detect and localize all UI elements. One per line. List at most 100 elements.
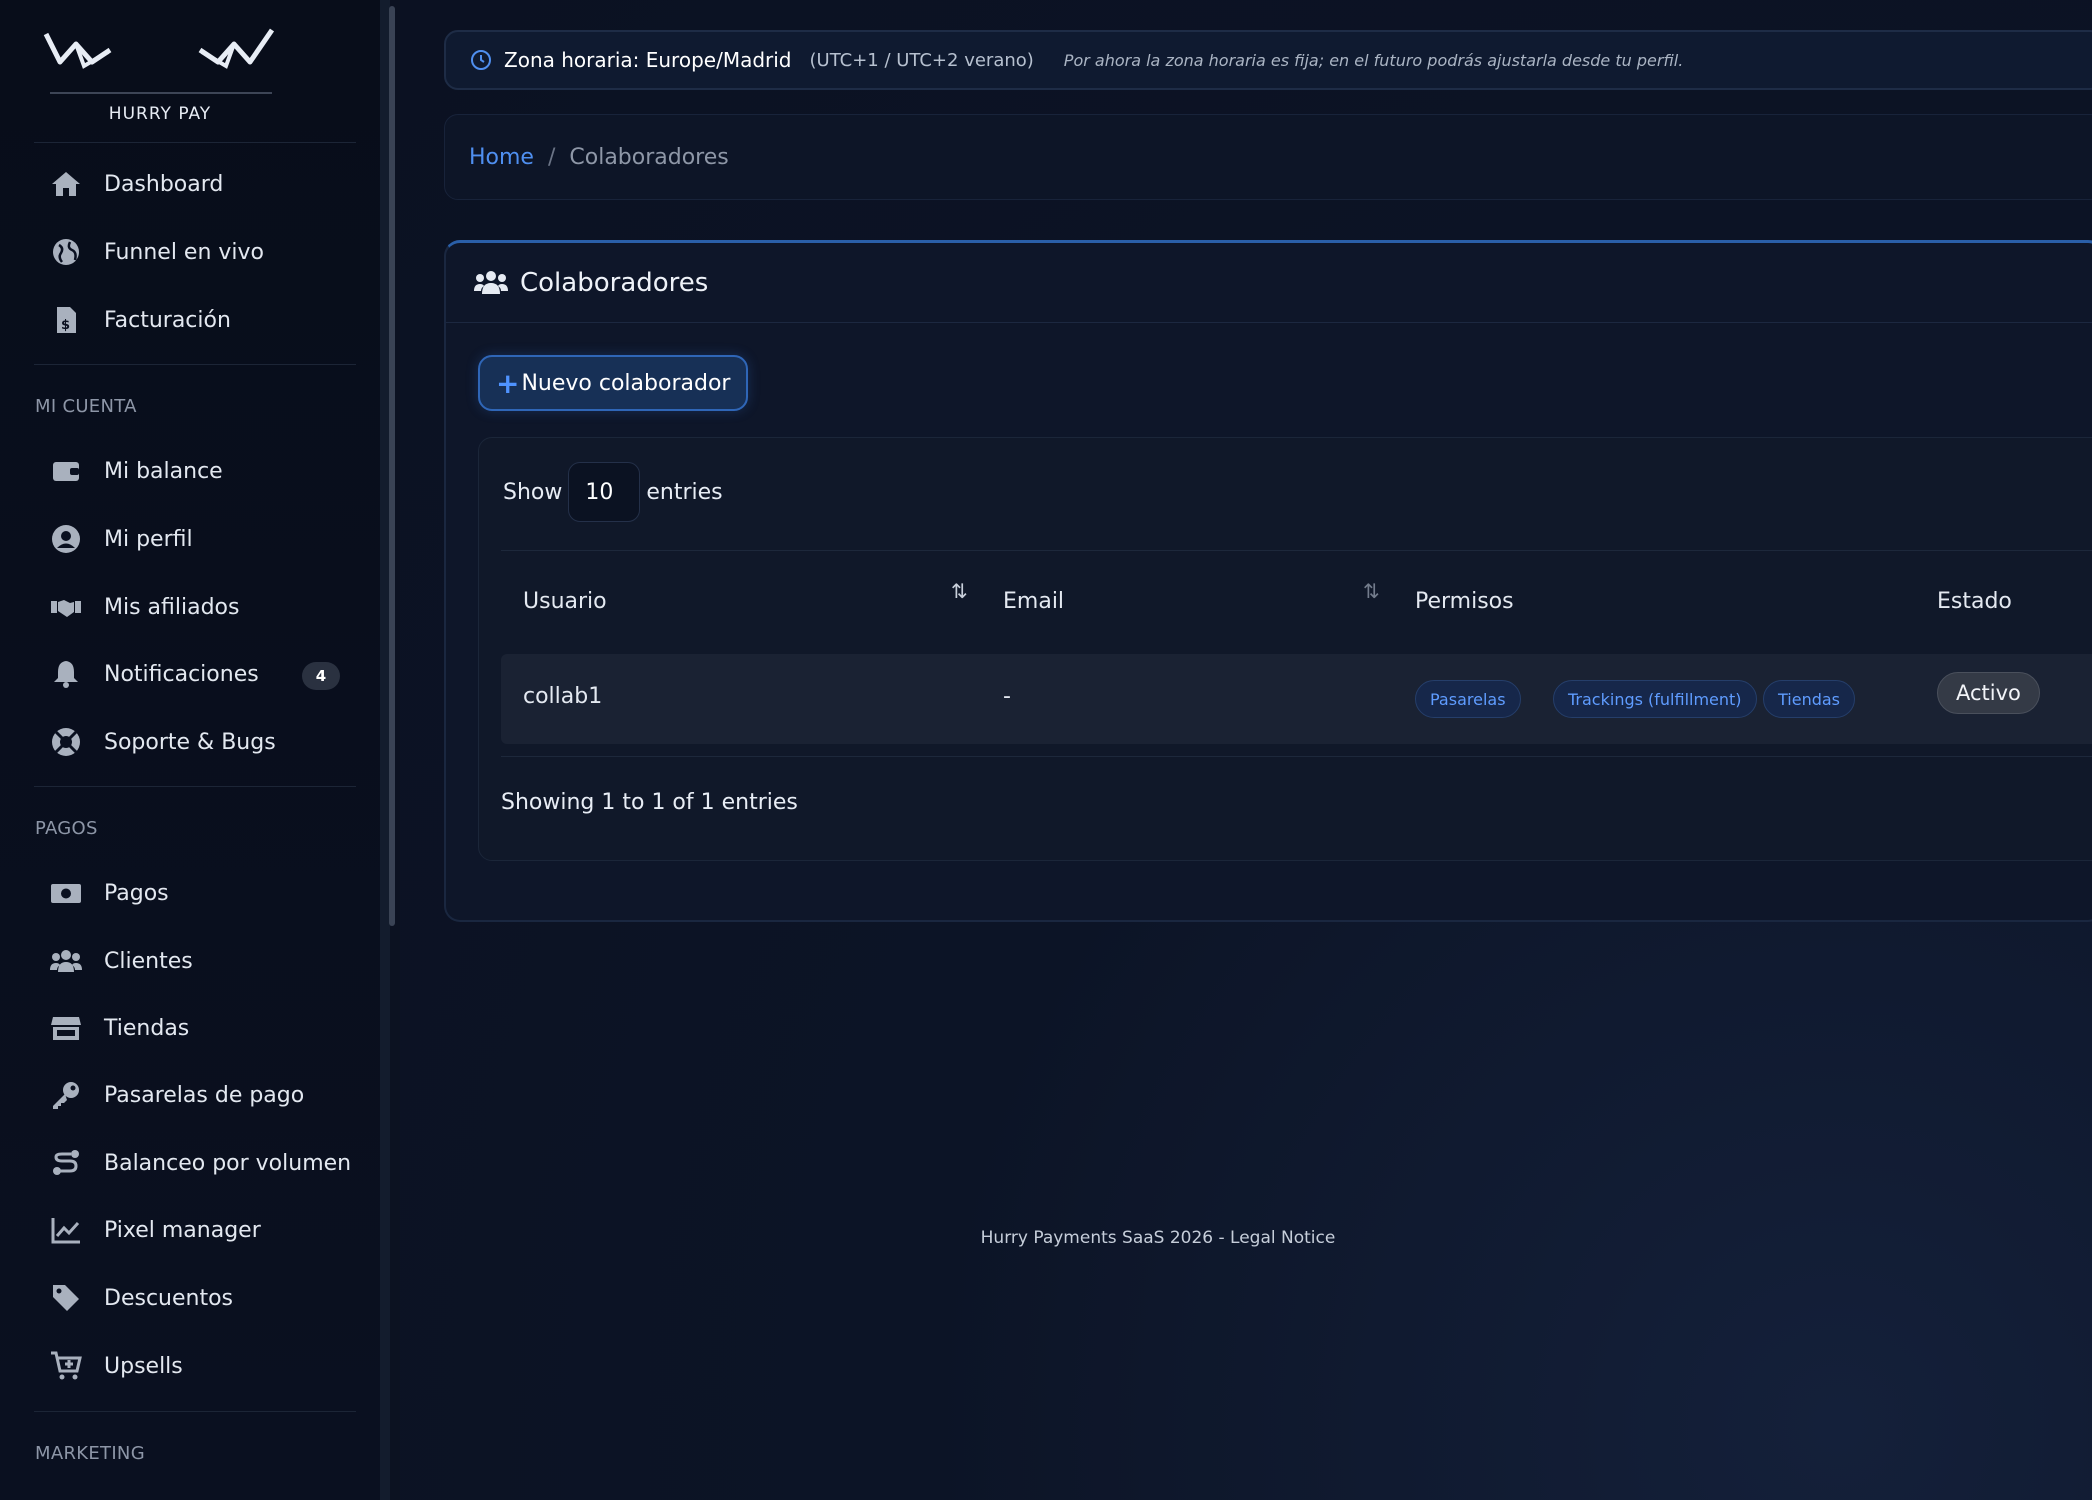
chart-line-icon <box>48 1212 84 1248</box>
main-content: Zona horaria: Europe/Madrid (UTC+1 / UTC… <box>400 0 2092 1500</box>
handshake-icon <box>48 589 84 625</box>
sidebar-item-label: Tiendas <box>104 1015 190 1041</box>
sidebar-item-label: Soporte & Bugs <box>104 729 276 755</box>
sidebar-item-label: Balanceo por volumen <box>104 1150 352 1176</box>
column-header-usuario[interactable]: Usuario <box>523 589 607 614</box>
sidebar-item-label: Dashboard <box>104 171 224 197</box>
sidebar-item-label: Pixel manager <box>104 1217 261 1243</box>
sidebar-item-label: Clientes <box>104 948 193 974</box>
key-icon <box>48 1077 84 1113</box>
sidebar-item-label: Notificaciones <box>104 661 259 687</box>
sidebar-item-mi-perfil[interactable]: Mi perfil <box>34 511 356 567</box>
sidebar-item-dashboard[interactable]: Dashboard <box>34 156 356 212</box>
new-collaborator-button[interactable]: + Nuevo colaborador <box>478 355 749 411</box>
sidebar-item-pasarelas[interactable]: Pasarelas de pago <box>34 1067 356 1123</box>
bell-icon <box>48 656 84 692</box>
page-length-select[interactable]: 10 <box>568 462 641 522</box>
invoice-icon: $ <box>48 302 84 338</box>
collaborators-card: Colaboradores + Nuevo colaborador Show 1… <box>444 240 2092 922</box>
permission-badge: Tiendas <box>1763 680 1856 718</box>
route-icon <box>48 1145 84 1181</box>
sort-icon[interactable]: ⇅ <box>951 579 968 603</box>
sidebar-section-mi-cuenta: MI CUENTA <box>35 396 137 417</box>
sidebar-item-pagos[interactable]: Pagos <box>34 865 356 921</box>
tag-icon <box>48 1280 84 1316</box>
breadcrumb-separator: / <box>547 144 556 170</box>
lifebuoy-icon <box>48 724 84 760</box>
brand-logo[interactable]: HURRY PAY <box>40 26 280 126</box>
table-row: collab1 - Pasarelas Trackings (fulfillme… <box>501 654 2092 744</box>
home-icon <box>48 166 84 202</box>
sidebar-scrollbar[interactable] <box>389 6 395 926</box>
sidebar-item-notificaciones[interactable]: Notificaciones 4 <box>34 646 356 702</box>
sidebar-item-label: Descuentos <box>104 1285 234 1311</box>
sidebar-item-label: Pagos <box>104 880 169 906</box>
timezone-title: Zona horaria: Europe/Madrid <box>504 48 792 72</box>
permission-badge: Pasarelas <box>1415 680 1521 718</box>
plus-icon: + <box>496 366 520 400</box>
globe-icon <box>48 234 84 270</box>
user-circle-icon <box>48 521 84 557</box>
sidebar-item-balanceo[interactable]: Balanceo por volumen <box>34 1135 356 1191</box>
table-divider <box>501 756 2092 757</box>
timezone-note: Por ahora la zona horaria es fija; en el… <box>1063 50 1684 70</box>
sidebar-item-mi-balance[interactable]: Mi balance <box>34 443 356 499</box>
sidebar-divider <box>34 364 356 365</box>
users-icon <box>474 270 508 294</box>
timezone-banner: Zona horaria: Europe/Madrid (UTC+1 / UTC… <box>444 30 2092 90</box>
svg-text:$: $ <box>61 318 70 333</box>
sort-icon[interactable]: ⇅ <box>1363 579 1380 603</box>
sidebar-divider <box>34 1411 356 1412</box>
sidebar-item-funnel[interactable]: Funnel en vivo <box>34 224 356 280</box>
sidebar-item-mis-afiliados[interactable]: Mis afiliados <box>34 579 356 635</box>
column-header-estado: Estado <box>1937 589 2012 614</box>
sidebar-section-pagos: PAGOS <box>35 818 98 839</box>
status-badge: Activo <box>1937 672 2040 714</box>
page-length-control: Show 10 entries <box>503 462 723 522</box>
column-header-email[interactable]: Email <box>1003 589 1064 614</box>
table-header: Usuario ⇅ Email ⇅ Permisos Estado <box>501 550 2092 654</box>
sidebar-item-facturacion[interactable]: $ Facturación <box>34 292 356 348</box>
new-collaborator-label: Nuevo colaborador <box>521 370 731 396</box>
sidebar-item-label: Funnel en vivo <box>104 239 265 265</box>
users-icon <box>48 943 84 979</box>
sidebar-item-descuentos[interactable]: Descuentos <box>34 1270 356 1326</box>
sidebar-item-label: Facturación <box>104 307 231 333</box>
sidebar-item-pixel-manager[interactable]: Pixel manager <box>34 1202 356 1258</box>
logo-underline <box>50 92 272 94</box>
collaborators-table: Show 10 entries Usuario ⇅ Email ⇅ Permis… <box>478 437 2092 861</box>
brand-name: HURRY PAY <box>108 104 212 124</box>
column-header-permisos: Permisos <box>1415 589 1514 614</box>
wallet-icon <box>48 453 84 489</box>
cart-plus-icon <box>48 1348 84 1384</box>
sidebar-item-label: Mi perfil <box>104 526 193 552</box>
permission-badge: Trackings (fulfillment) <box>1553 680 1757 718</box>
sidebar-divider <box>34 786 356 787</box>
sidebar-divider <box>34 142 356 143</box>
breadcrumb: Home / Colaboradores <box>444 114 2092 200</box>
sidebar-item-label: Mi balance <box>104 458 223 484</box>
cell-usuario: collab1 <box>523 684 603 709</box>
card-header: Colaboradores <box>446 243 2092 323</box>
sidebar-item-label: Upsells <box>104 1353 183 1379</box>
store-icon <box>48 1010 84 1046</box>
sidebar-section-marketing: MARKETING <box>35 1443 145 1464</box>
money-icon <box>48 875 84 911</box>
footer-text[interactable]: Hurry Payments SaaS 2026 - Legal Notice <box>400 1228 1916 1248</box>
page-title: Colaboradores <box>520 267 709 298</box>
breadcrumb-home-link[interactable]: Home <box>469 145 534 170</box>
entries-label: entries <box>646 479 723 505</box>
sidebar-item-upsells[interactable]: Upsells <box>34 1338 356 1394</box>
sidebar: HURRY PAY Dashboard Funnel en vivo $ Fac… <box>0 0 390 1500</box>
show-label: Show <box>503 479 563 505</box>
notification-count-badge: 4 <box>302 662 340 690</box>
sidebar-item-tiendas[interactable]: Tiendas <box>34 1000 356 1056</box>
cell-email: - <box>1003 684 1011 709</box>
timezone-offset: (UTC+1 / UTC+2 verano) <box>809 49 1034 71</box>
sidebar-item-soporte[interactable]: Soporte & Bugs <box>34 714 356 770</box>
sidebar-item-label: Pasarelas de pago <box>104 1082 305 1108</box>
clock-icon <box>471 50 491 70</box>
owl-eyes-icon <box>43 28 275 69</box>
table-info: Showing 1 to 1 of 1 entries <box>501 790 798 815</box>
sidebar-item-clientes[interactable]: Clientes <box>34 933 356 989</box>
